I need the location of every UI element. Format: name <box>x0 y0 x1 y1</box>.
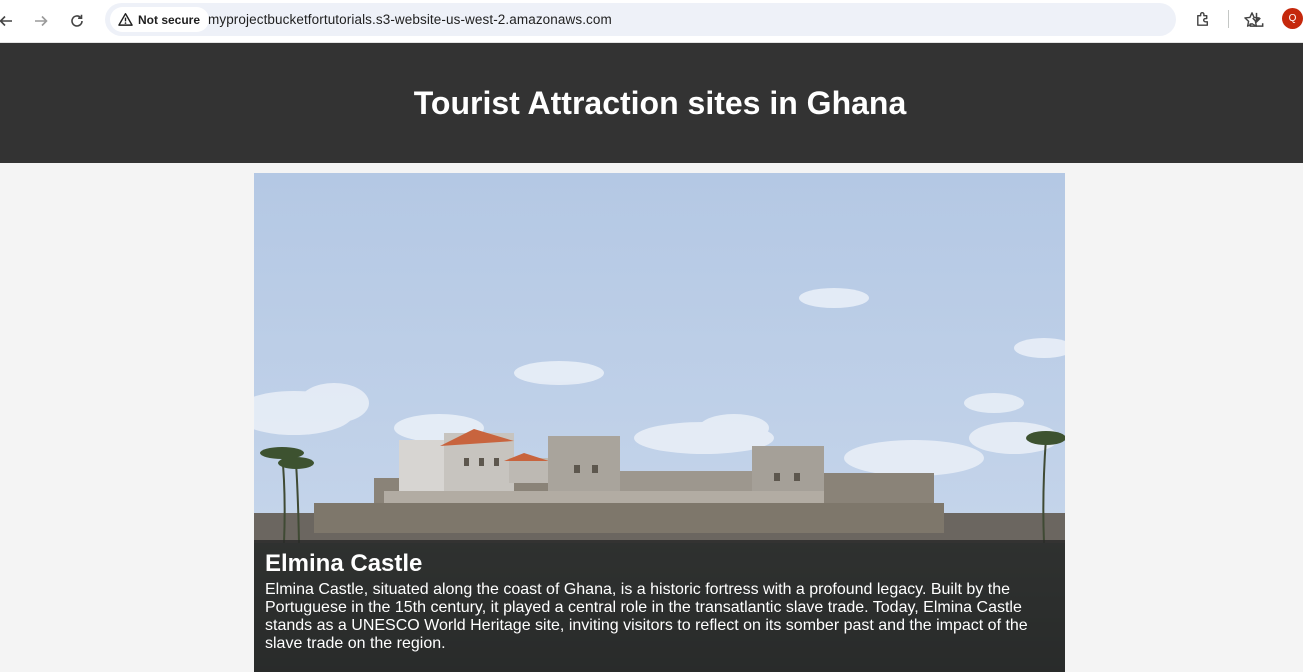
reload-button[interactable] <box>65 9 89 33</box>
page-title: Tourist Attraction sites in Ghana <box>413 85 907 121</box>
back-icon <box>0 15 12 27</box>
browser-toolbar: Not secure myprojectbucketfortutorials.s… <box>0 0 1303 43</box>
forward-icon <box>35 15 48 27</box>
warning-icon <box>118 12 133 26</box>
back-button[interactable] <box>0 9 18 33</box>
address-bar[interactable]: Not secure myprojectbucketfortutorials.s… <box>105 3 1260 36</box>
download-icon <box>1249 12 1263 27</box>
security-chip[interactable]: Not secure <box>110 7 210 32</box>
attraction-caption: Elmina Castle Elmina Castle, situated al… <box>254 540 1065 672</box>
extensions-icon <box>1196 11 1208 26</box>
attraction-card: Elmina Castle Elmina Castle, situated al… <box>254 173 1065 672</box>
site-header: Tourist Attraction sites in Ghana <box>0 43 1303 163</box>
attraction-title: Elmina Castle <box>265 550 423 577</box>
extensions-button[interactable] <box>1192 8 1214 30</box>
reload-icon <box>71 14 83 27</box>
toolbar-divider <box>1228 10 1229 28</box>
attraction-description: Elmina Castle, situated along the coast … <box>265 581 1028 652</box>
profile-avatar[interactable]: Q <box>1282 8 1303 29</box>
url-text[interactable]: myprojectbucketfortutorials.s3-website-u… <box>208 12 612 27</box>
forward-button[interactable] <box>29 9 53 33</box>
downloads-button[interactable] <box>1245 8 1267 30</box>
security-label: Not secure <box>138 12 201 27</box>
